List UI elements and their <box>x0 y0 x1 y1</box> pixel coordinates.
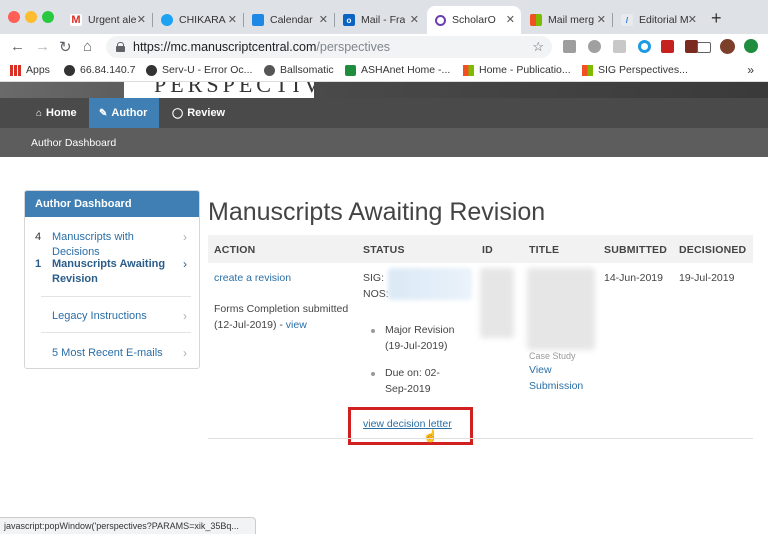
gmail-icon: M <box>70 14 82 26</box>
submitted-date: 14-Jun-2019 <box>604 272 663 284</box>
scholarone-icon <box>435 14 446 26</box>
view-decision-letter-link[interactable]: view decision letter <box>363 418 452 430</box>
subnav-author-dashboard[interactable]: Author Dashboard <box>31 137 116 149</box>
globe-icon <box>146 64 157 76</box>
close-tab-icon[interactable]: ✕ <box>137 13 146 26</box>
table-header: ACTION STATUS ID TITLE SUBMITTED DECISIO… <box>208 235 753 263</box>
skype-icon[interactable] <box>588 40 601 53</box>
address-bar[interactable]: https://mc.manuscriptcentral.com/perspec… <box>106 36 552 58</box>
forms-completion-text: Forms Completion submitted (12-Jul-2019)… <box>214 303 349 331</box>
microsoft-icon <box>463 64 474 76</box>
pointer-cursor-icon: ☝ <box>423 429 438 443</box>
browser-toolbar: ← → ↻ ⌂ https://mc.manuscriptcentral.com… <box>0 34 768 60</box>
outlook-icon: o <box>343 14 355 26</box>
document-icon: / <box>621 14 633 26</box>
bookmark-star-icon[interactable]: ☆ <box>532 39 544 55</box>
site-logo[interactable]: PERSPECTIVES <box>124 82 314 98</box>
forward-arrow-icon[interactable]: → <box>35 38 50 55</box>
bookmark-apps[interactable]: Apps <box>10 64 50 76</box>
site-banner <box>0 82 768 98</box>
nos-label: NOS: <box>363 288 389 300</box>
bookmark-item[interactable]: Ballsomatic <box>264 64 334 76</box>
sub-nav: Author Dashboard <box>0 128 768 157</box>
browser-tab-active[interactable]: ScholarO ✕ <box>427 6 521 34</box>
browser-tab[interactable]: M Urgent ale ✕ <box>62 6 152 34</box>
opera-icon[interactable] <box>638 40 651 53</box>
minimize-window-button[interactable] <box>25 11 37 23</box>
close-tab-icon[interactable]: ✕ <box>688 13 697 26</box>
redacted-title <box>527 268 595 350</box>
back-arrow-icon[interactable]: ← <box>10 38 25 55</box>
page-title: Manuscripts Awaiting Revision <box>208 198 546 226</box>
status-due-date: Due on: 02-Sep-2019 <box>385 367 440 395</box>
close-tab-icon[interactable]: ✕ <box>410 13 419 26</box>
close-tab-icon[interactable]: ✕ <box>228 13 237 26</box>
main-nav: ⌂ Home ✎ Author ◯ Review <box>0 98 768 128</box>
author-dashboard-sidebar: Author Dashboard 4 Manuscripts with Deci… <box>24 190 200 369</box>
twitter-icon <box>161 14 173 26</box>
maximize-window-button[interactable] <box>42 11 54 23</box>
bookmark-item[interactable]: SIG Perspectives... <box>582 64 688 76</box>
nav-author[interactable]: ✎ Author <box>89 98 159 128</box>
sig-label: SIG: <box>363 272 385 284</box>
browser-tab[interactable]: / Editorial M ✕ <box>613 6 703 34</box>
chevron-right-icon: › <box>183 346 187 360</box>
forms-view-link[interactable]: view <box>286 319 307 331</box>
browser-tab[interactable]: o Mail - Fra ✕ <box>335 6 425 34</box>
browser-tab[interactable]: Calendar ✕ <box>244 6 334 34</box>
chevron-right-icon: › <box>183 257 187 271</box>
globe-icon <box>264 64 275 76</box>
browser-tab-strip: M Urgent ale ✕ CHIKARA ✕ Calendar ✕ o Ma… <box>0 0 768 34</box>
decisioned-date: 19-Jul-2019 <box>679 272 735 284</box>
close-tab-icon[interactable]: ✕ <box>319 13 328 26</box>
microsoft-icon <box>530 14 542 26</box>
bookmark-item[interactable]: ASHAnet Home -... <box>345 64 450 76</box>
chevron-right-icon: › <box>183 230 187 244</box>
home-icon: ⌂ <box>36 107 43 119</box>
bookmark-item[interactable]: Serv-U - Error Oc... <box>146 64 252 76</box>
reload-icon[interactable]: ↻ <box>59 38 72 56</box>
microsoft-icon <box>582 64 593 76</box>
more-bookmarks-icon[interactable]: » <box>747 63 754 77</box>
update-icon[interactable] <box>744 39 758 53</box>
lock-icon <box>116 42 125 52</box>
sidebar-header: Author Dashboard <box>25 191 199 217</box>
home-icon[interactable]: ⌂ <box>83 38 92 55</box>
browser-tab[interactable]: CHIKARA ✕ <box>153 6 243 34</box>
apps-grid-icon <box>10 64 21 76</box>
globe-icon <box>64 64 75 76</box>
new-tab-button[interactable]: + <box>711 8 722 29</box>
extension-icon[interactable] <box>613 40 626 53</box>
redacted-id <box>480 268 514 338</box>
pencil-icon: ✎ <box>99 107 108 119</box>
create-revision-link[interactable]: create a revision <box>214 270 291 286</box>
status-bar: javascript:popWindow('perspectives?PARAM… <box>0 517 256 534</box>
nav-home[interactable]: ⌂ Home <box>26 98 87 128</box>
close-tab-icon[interactable]: ✕ <box>506 13 515 26</box>
browser-tab[interactable]: Mail merg ✕ <box>522 6 612 34</box>
status-major-revision: Major Revision (19-Jul-2019) <box>385 324 455 352</box>
redacted-text <box>388 268 472 300</box>
extension-icon[interactable] <box>563 40 576 53</box>
bookmarks-bar: Apps 66.84.140.7 Serv-U - Error Oc... Ba… <box>0 60 768 82</box>
row-divider <box>208 438 753 439</box>
close-window-button[interactable] <box>8 11 20 23</box>
calendar-icon <box>252 14 264 26</box>
close-tab-icon[interactable]: ✕ <box>597 13 606 26</box>
nav-review[interactable]: ◯ Review <box>162 98 235 128</box>
bookmark-item[interactable]: 66.84.140.7 <box>64 64 135 76</box>
view-submission-link[interactable]: View Submission <box>529 362 591 394</box>
bookmark-item[interactable]: Home - Publicatio... <box>463 64 571 76</box>
cast-icon[interactable] <box>697 42 711 53</box>
chat-bubble-icon: ◯ <box>172 107 184 119</box>
chevron-right-icon: › <box>183 309 187 323</box>
sharepoint-icon <box>345 64 356 76</box>
pdf-icon[interactable] <box>661 40 674 53</box>
avatar[interactable] <box>720 39 735 54</box>
